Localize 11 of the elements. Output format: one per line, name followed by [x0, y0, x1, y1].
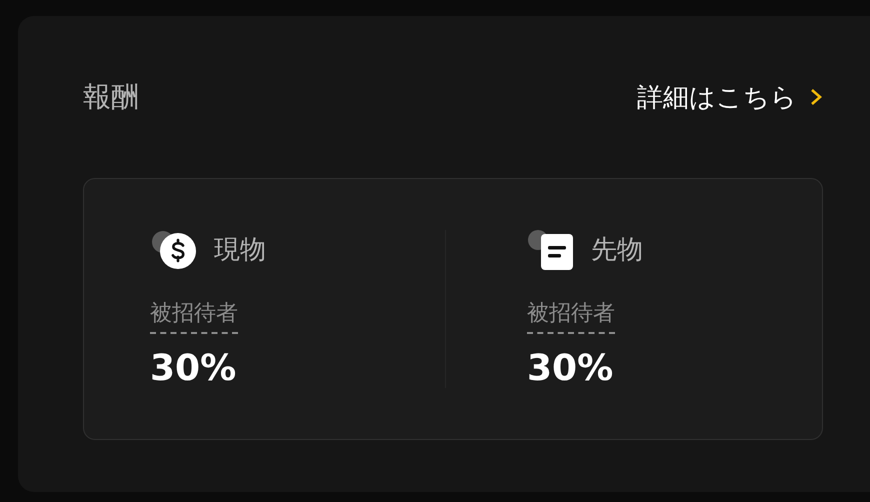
details-link[interactable]: 詳細はこちら: [637, 80, 823, 114]
section-title: 報酬: [83, 79, 139, 115]
document-icon: [526, 230, 575, 270]
market-name: 先物: [590, 234, 643, 267]
market-name: 現物: [214, 234, 266, 267]
chevron-right-icon: [809, 87, 823, 107]
invitee-label: 被招待者: [150, 298, 238, 334]
dollar-coin-icon: [150, 230, 198, 270]
invitee-label: 被招待者: [526, 298, 615, 334]
rate-value: 30%: [150, 348, 236, 388]
rate-value: 30%: [526, 348, 614, 388]
